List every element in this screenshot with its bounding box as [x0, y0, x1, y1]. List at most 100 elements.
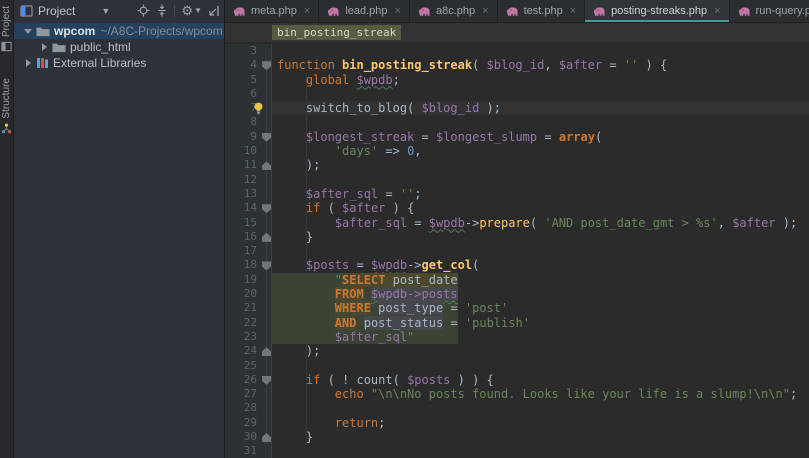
code-line[interactable]: 5 global $wpdb;: [225, 72, 809, 87]
code-line[interactable]: 30 }: [225, 430, 809, 445]
code-line[interactable]: 6: [225, 86, 809, 102]
tab-close-icon[interactable]: ×: [395, 5, 401, 17]
gutter[interactable]: 20: [225, 287, 272, 302]
fold-end-icon[interactable]: [262, 347, 271, 357]
hide-panel-icon[interactable]: [208, 5, 220, 17]
code-line[interactable]: 31: [225, 444, 809, 458]
gutter[interactable]: 16: [225, 229, 272, 245]
code-line[interactable]: 15 $after_sql = $wpdb->prepare( 'AND pos…: [225, 215, 809, 230]
gutter[interactable]: 26: [225, 372, 272, 388]
gutter[interactable]: 17: [225, 244, 272, 259]
gutter[interactable]: 28: [225, 401, 272, 416]
code-line[interactable]: 3: [225, 44, 809, 59]
gutter[interactable]: 6: [225, 86, 272, 102]
gutter[interactable]: 11: [225, 158, 272, 173]
code-line[interactable]: 25: [225, 358, 809, 373]
gutter[interactable]: 24: [225, 344, 272, 359]
fold-end-icon[interactable]: [262, 433, 271, 443]
code-line[interactable]: 21 WHERE post_type = 'post': [225, 301, 809, 316]
line-number: 16: [243, 229, 257, 243]
gutter[interactable]: 3: [225, 44, 272, 59]
fold-collapse-icon[interactable]: [262, 261, 271, 271]
code-line[interactable]: 9 $longest_streak = $longest_slump = arr…: [225, 129, 809, 145]
stripe-item-project[interactable]: Project: [1, 6, 12, 52]
code-line[interactable]: 26 if ( ! count( $posts ) ) {: [225, 372, 809, 388]
gutter[interactable]: 23: [225, 329, 272, 345]
gutter[interactable]: 10: [225, 144, 272, 159]
gutter[interactable]: 9: [225, 129, 272, 145]
code-line[interactable]: 24 );: [225, 344, 809, 359]
code-line[interactable]: 12: [225, 172, 809, 187]
tab-close-icon[interactable]: ×: [482, 5, 488, 17]
code-text: if ( ! count( $posts ) ) {: [305, 372, 494, 387]
gutter[interactable]: 29: [225, 415, 272, 431]
code-line[interactable]: 4 function bin_posting_streak( $blog_id, …: [225, 58, 809, 73]
gutter[interactable]: 31: [225, 444, 272, 458]
chevron-right-icon[interactable]: [39, 42, 49, 52]
fold-end-icon[interactable]: [262, 232, 271, 242]
breadcrumb-function-chip[interactable]: bin_posting_streak: [272, 25, 402, 40]
tab-lead.php[interactable]: lead.php ×: [319, 0, 410, 22]
gutter[interactable]: 7: [225, 101, 272, 116]
gutter[interactable]: 18: [225, 258, 272, 273]
gutter[interactable]: 4: [225, 58, 272, 73]
gutter[interactable]: 21: [225, 301, 272, 316]
code-line[interactable]: 19 "SELECT post_date: [225, 272, 809, 288]
code-line[interactable]: 13 $after_sql = '';: [225, 186, 809, 202]
code-area[interactable]: 3 4 function bin_posting_streak( $blog_id,…: [225, 43, 809, 458]
tab-posting-streaks.php[interactable]: posting-streaks.php ×: [585, 0, 730, 22]
code-line[interactable]: 23 $after_sql": [225, 329, 809, 345]
fold-collapse-icon[interactable]: [262, 61, 271, 71]
gutter[interactable]: 25: [225, 358, 272, 373]
fold-collapse-icon[interactable]: [262, 375, 271, 385]
intention-bulb-icon[interactable]: [253, 102, 264, 115]
chevron-right-icon[interactable]: [23, 58, 33, 68]
gutter[interactable]: 5: [225, 72, 272, 87]
gutter[interactable]: 27: [225, 387, 272, 402]
tab-run-query.php[interactable]: run-query.php×: [729, 0, 809, 22]
fold-end-icon[interactable]: [262, 161, 271, 171]
chevron-down-icon[interactable]: [23, 26, 33, 36]
code-line[interactable]: 29 return;: [225, 415, 809, 431]
code-line[interactable]: 18 $posts = $wpdb->get_col(: [225, 258, 809, 273]
gutter[interactable]: 14: [225, 201, 272, 216]
tab-test.php[interactable]: test.php ×: [497, 0, 586, 22]
tab-close-icon[interactable]: ×: [304, 5, 310, 17]
code-line[interactable]: 10 'days' => 0,: [225, 144, 809, 159]
code-line[interactable]: 28: [225, 401, 809, 416]
code-text: global $wpdb;: [305, 72, 400, 87]
code-line[interactable]: 27 echo "\n\nNo posts found. Looks like …: [225, 387, 809, 402]
fold-collapse-icon[interactable]: [262, 132, 271, 142]
gutter[interactable]: 8: [225, 115, 272, 130]
locate-icon[interactable]: [137, 4, 150, 17]
code-line[interactable]: 11 );: [225, 158, 809, 173]
code-line[interactable]: 14 if ( $after ) {: [225, 201, 809, 216]
code-text: [277, 444, 809, 458]
gutter[interactable]: 19: [225, 272, 272, 288]
stripe-item-structure[interactable]: Structure: [1, 78, 12, 134]
code-line[interactable]: 16 }: [225, 229, 809, 245]
fold-collapse-icon[interactable]: [262, 204, 271, 214]
gutter[interactable]: 15: [225, 215, 272, 230]
gutter[interactable]: 30: [225, 430, 272, 445]
gutter[interactable]: 13: [225, 186, 272, 202]
code-line[interactable]: 17: [225, 244, 809, 259]
line-number: 26: [243, 372, 257, 386]
tab-meta.php[interactable]: meta.php ×: [225, 0, 320, 22]
code-line[interactable]: 8: [225, 115, 809, 130]
gutter[interactable]: 12: [225, 172, 272, 187]
gutter[interactable]: 22: [225, 315, 272, 330]
collapse-all-icon[interactable]: [156, 4, 168, 17]
settings-icon[interactable]: ⚙ ▼: [181, 4, 202, 17]
tab-close-icon[interactable]: ×: [570, 5, 576, 17]
tree-row-external-libraries[interactable]: External Libraries: [14, 55, 224, 71]
tab-a8c.php[interactable]: a8c.php ×: [409, 0, 498, 22]
code-line[interactable]: 22 AND post_status = 'publish': [225, 315, 809, 330]
code-line[interactable]: 7 switch_to_blog( $blog_id );: [225, 101, 809, 116]
fold-guide-line: [266, 329, 267, 345]
panel-dropdown-icon[interactable]: ▼: [101, 6, 110, 16]
code-line[interactable]: 20 FROM $wpdb->posts: [225, 287, 809, 302]
tab-close-icon[interactable]: ×: [714, 5, 720, 17]
tree-row-wpcom[interactable]: wpcom ~/A8C-Projects/wpcom: [14, 23, 224, 39]
tree-row-public-html[interactable]: public_html: [14, 39, 224, 55]
